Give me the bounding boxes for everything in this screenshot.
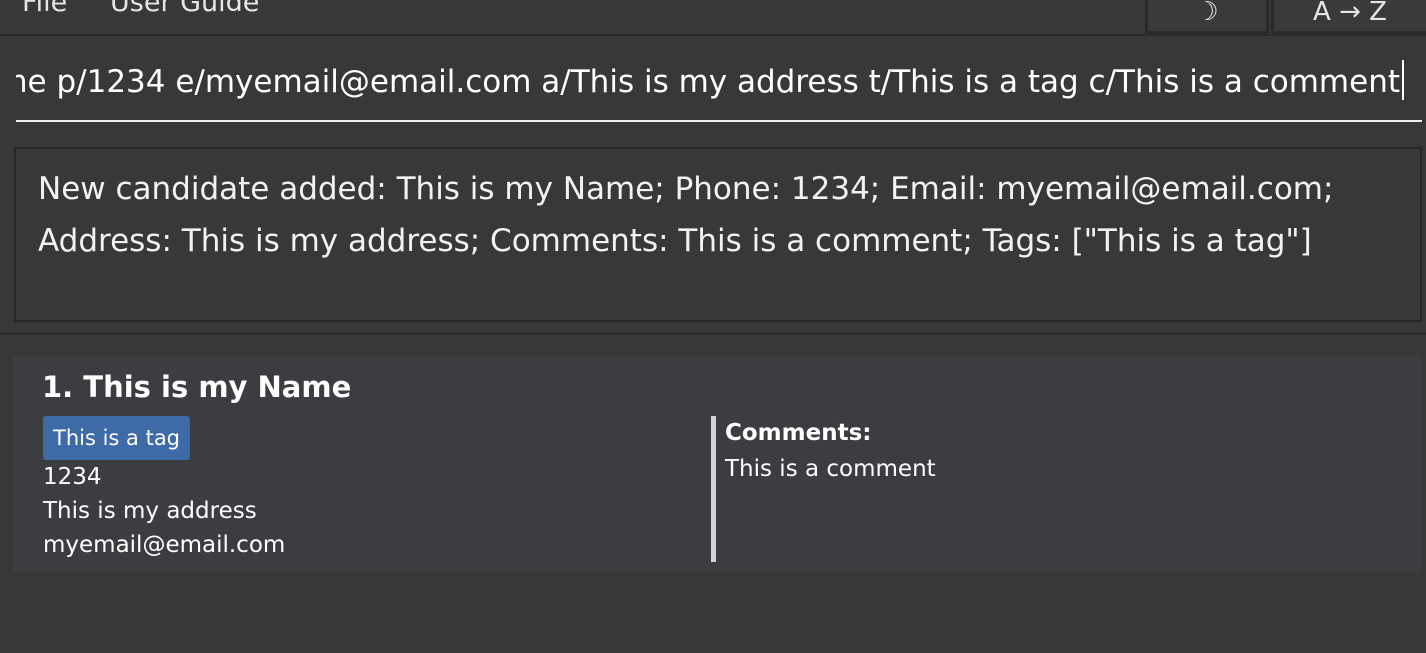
moon-icon: ☽ (1195, 0, 1219, 27)
candidate-name: 1. This is my Name (42, 370, 352, 404)
app-window: File User Guide ☽ A → Z y Name p/1234 e/… (0, 0, 1426, 653)
result-message: New candidate added: This is my Name; Ph… (38, 171, 1334, 259)
menu-file[interactable]: File (22, 0, 67, 20)
command-text: y Name p/1234 e/myemail@email.com a/This… (16, 64, 1400, 100)
candidate-phone: 1234 (43, 464, 102, 490)
sort-label: A → Z (1313, 0, 1387, 27)
result-display: New candidate added: This is my Name; Ph… (14, 147, 1422, 322)
sort-button[interactable]: A → Z (1271, 0, 1426, 34)
theme-toggle-button[interactable]: ☽ (1145, 0, 1269, 34)
candidate-comment: This is a comment (725, 456, 936, 482)
comments-label: Comments: (725, 420, 872, 446)
tag-badge: This is a tag (43, 416, 191, 460)
candidate-card[interactable]: 1. This is my Name This is a tag 1234 Th… (13, 356, 1422, 572)
comment-divider (711, 416, 716, 562)
candidate-address: This is my address (43, 498, 257, 524)
menu-bar: File User Guide ☽ A → Z (0, 0, 1426, 36)
divider (0, 332, 1426, 335)
candidate-email: myemail@email.com (43, 532, 286, 558)
command-input[interactable]: y Name p/1234 e/myemail@email.com a/This… (16, 52, 1422, 122)
menu-user-guide[interactable]: User Guide (110, 0, 259, 20)
text-caret (1402, 60, 1404, 100)
